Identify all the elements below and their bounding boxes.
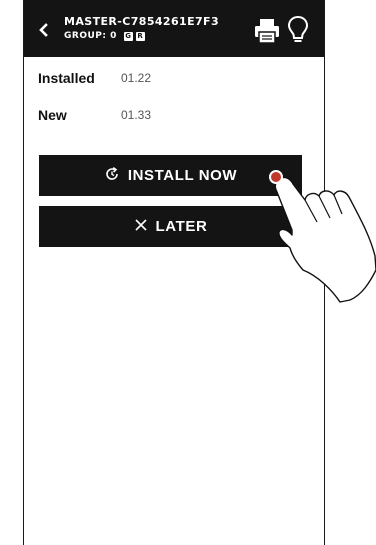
group-badge-r: R — [135, 32, 145, 41]
close-icon — [134, 218, 148, 236]
chevron-left-icon — [39, 23, 48, 37]
later-button[interactable]: LATER — [39, 206, 302, 247]
install-now-button[interactable]: INSTALL NOW — [39, 155, 302, 196]
lightbulb-icon — [287, 15, 309, 42]
later-label: LATER — [155, 218, 208, 235]
group-label: GROUP: 0 — [64, 31, 117, 41]
installed-version-row: Installed 01.22 — [38, 70, 298, 88]
new-value: 01.33 — [121, 108, 152, 122]
top-bar: MASTER-C7854261E7F3 GROUP: 0 GR — [24, 0, 324, 57]
new-version-row: New 01.33 — [38, 107, 298, 125]
installed-label: Installed — [38, 70, 95, 86]
light-button[interactable] — [286, 14, 310, 46]
phone-screen: MASTER-C7854261E7F3 GROUP: 0 GR Installed… — [23, 0, 325, 545]
install-now-label: INSTALL NOW — [127, 167, 238, 184]
print-button[interactable] — [252, 18, 282, 44]
device-name: MASTER-C7854261E7F3 — [64, 15, 220, 28]
group-badge-g: G — [123, 32, 133, 41]
back-button[interactable] — [32, 18, 56, 42]
restart-icon — [104, 166, 120, 186]
printer-icon — [255, 19, 279, 44]
new-label: New — [38, 107, 67, 123]
group-info: GROUP: 0 GR — [64, 31, 145, 42]
installed-value: 01.22 — [121, 71, 152, 85]
